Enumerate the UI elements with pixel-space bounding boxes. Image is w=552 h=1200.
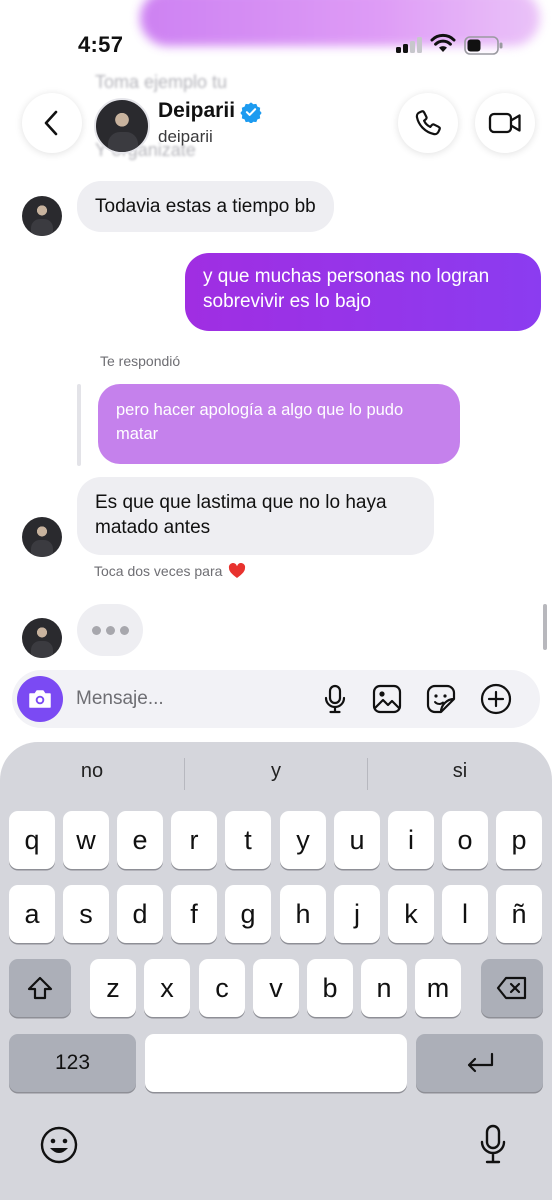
phone-icon bbox=[415, 110, 441, 136]
key[interactable]: w bbox=[63, 811, 109, 869]
key[interactable]: s bbox=[63, 885, 109, 943]
scrollbar[interactable] bbox=[543, 604, 547, 650]
heart-icon bbox=[229, 563, 246, 578]
contact-name[interactable]: Deiparii bbox=[158, 99, 235, 123]
sticker-button[interactable] bbox=[425, 683, 457, 715]
typing-dot bbox=[91, 625, 101, 635]
key[interactable]: z bbox=[90, 959, 136, 1017]
key[interactable]: i bbox=[388, 811, 434, 869]
key[interactable]: t bbox=[225, 811, 271, 869]
microphone-icon bbox=[324, 684, 346, 714]
back-button[interactable] bbox=[22, 93, 82, 153]
key[interactable]: n bbox=[361, 959, 407, 1017]
key[interactable]: l bbox=[442, 885, 488, 943]
key[interactable]: b bbox=[307, 959, 353, 1017]
key[interactable]: u bbox=[334, 811, 380, 869]
message-input[interactable] bbox=[76, 684, 296, 714]
delete-icon bbox=[496, 976, 527, 1000]
verified-badge-icon bbox=[240, 102, 262, 123]
shift-key[interactable] bbox=[9, 959, 71, 1017]
sender-avatar[interactable] bbox=[22, 517, 62, 557]
emoji-key[interactable] bbox=[38, 1124, 80, 1166]
key[interactable]: e bbox=[117, 811, 163, 869]
outgoing-message[interactable]: y que muchas personas no logran sobreviv… bbox=[185, 253, 541, 331]
numbers-key[interactable]: 123 bbox=[9, 1034, 136, 1092]
double-tap-hint: Toca dos veces para bbox=[94, 563, 246, 579]
suggestion-item[interactable]: no bbox=[0, 760, 184, 790]
key[interactable]: k bbox=[388, 885, 434, 943]
incoming-message[interactable]: Es que que lastima que no lo haya matado… bbox=[77, 477, 434, 555]
key[interactable]: y bbox=[280, 811, 326, 869]
key[interactable]: h bbox=[280, 885, 326, 943]
return-key[interactable] bbox=[416, 1034, 543, 1092]
image-icon bbox=[372, 684, 402, 714]
sender-avatar[interactable] bbox=[22, 618, 62, 658]
dictation-icon bbox=[480, 1124, 506, 1164]
key[interactable]: g bbox=[225, 885, 271, 943]
dictation-key[interactable] bbox=[476, 1122, 510, 1168]
voice-message-button[interactable] bbox=[319, 683, 351, 715]
key[interactable]: d bbox=[117, 885, 163, 943]
key[interactable]: c bbox=[199, 959, 245, 1017]
contact-handle: deiparii bbox=[158, 127, 213, 146]
message-composer bbox=[12, 670, 540, 728]
emoji-icon bbox=[40, 1126, 78, 1164]
sender-avatar[interactable] bbox=[22, 196, 62, 236]
reply-indicator-line bbox=[77, 384, 81, 466]
shift-icon bbox=[27, 976, 53, 1000]
more-options-button[interactable] bbox=[480, 683, 512, 715]
key[interactable]: q bbox=[9, 811, 55, 869]
return-icon bbox=[467, 1052, 493, 1073]
key[interactable]: x bbox=[144, 959, 190, 1017]
key[interactable]: p bbox=[496, 811, 542, 869]
contact-avatar[interactable] bbox=[94, 98, 150, 154]
keyboard: no y si q w e r t y u i o p a s d f g h … bbox=[0, 742, 552, 1200]
wifi-icon bbox=[430, 33, 456, 52]
voice-call-button[interactable] bbox=[398, 93, 458, 153]
delete-key[interactable] bbox=[481, 959, 543, 1017]
camera-button[interactable] bbox=[17, 676, 63, 722]
key[interactable]: r bbox=[171, 811, 217, 869]
suggestion-item[interactable]: si bbox=[368, 760, 552, 790]
key[interactable]: o bbox=[442, 811, 488, 869]
key[interactable]: v bbox=[253, 959, 299, 1017]
suggestion-item[interactable]: y bbox=[185, 760, 367, 790]
quoted-message[interactable]: pero hacer apología a algo que lo pudo m… bbox=[98, 384, 460, 464]
camera-icon bbox=[29, 690, 51, 708]
typing-indicator bbox=[77, 604, 143, 656]
background-message: Toma ejemplo tu bbox=[95, 72, 228, 92]
cellular-signal-icon bbox=[396, 37, 424, 53]
sticker-icon bbox=[426, 684, 456, 714]
key[interactable]: m bbox=[415, 959, 461, 1017]
plus-circle-icon bbox=[480, 683, 512, 715]
video-call-button[interactable] bbox=[475, 93, 535, 153]
incoming-message[interactable]: Todavia estas a tiempo bb bbox=[77, 181, 334, 232]
status-bar: 4:57 bbox=[0, 0, 552, 90]
video-camera-icon bbox=[488, 112, 521, 134]
status-time: 4:57 bbox=[78, 32, 124, 57]
chevron-left-icon bbox=[44, 110, 58, 136]
key[interactable]: a bbox=[9, 885, 55, 943]
typing-dot bbox=[105, 625, 115, 635]
hint-text: Toca dos veces para bbox=[94, 563, 223, 579]
key[interactable]: f bbox=[171, 885, 217, 943]
gallery-button[interactable] bbox=[371, 683, 403, 715]
reply-label: Te respondió bbox=[100, 353, 181, 369]
key[interactable]: j bbox=[334, 885, 380, 943]
space-key[interactable] bbox=[145, 1034, 407, 1092]
typing-dot bbox=[119, 625, 129, 635]
key[interactable]: ñ bbox=[496, 885, 542, 943]
battery-icon bbox=[464, 36, 503, 55]
